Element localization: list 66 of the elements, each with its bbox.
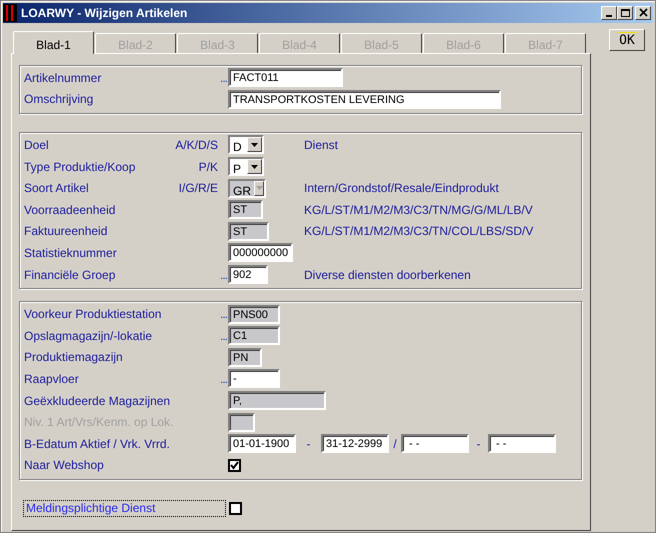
maximize-button[interactable] [617,6,633,20]
dropdown[interactable]: D [228,135,264,154]
field-label: Faktuureenheid [24,223,108,240]
field-label: Financiële Groep [24,266,116,284]
dropdown-arrow-icon [256,186,262,190]
separator: - [476,436,482,453]
minimize-button[interactable] [601,6,617,20]
field-label: Produktiemagazijn [24,349,123,366]
field-label: Voorkeur Produktiestation [24,306,162,324]
description: Dienst [304,136,338,154]
input-field[interactable]: 000000000 [228,243,293,262]
field-label: Type Produktie/Koop [24,158,136,176]
close-icon [638,8,648,18]
description: Intern/Grondstof/Resale/Eindprodukt [304,180,499,198]
field-label: Opslagmagazijn/-lokatie [24,328,152,345]
input-field[interactable]: ST [228,200,263,220]
input-field[interactable]: PNS00 [228,304,280,324]
description: Diverse diensten doorberkenen [304,266,471,284]
checkbox[interactable] [229,502,242,516]
checkbox[interactable] [228,458,241,472]
input-field[interactable]: ST [228,222,269,241]
dropdown[interactable]: GR [228,178,266,198]
input-field[interactable]: - [228,369,280,388]
lookup-dots[interactable]: ... [220,326,227,345]
input-field[interactable]: PN [228,348,262,367]
date-field[interactable]: - - [488,434,556,454]
input-field[interactable]: TRANSPORTKOSTEN LEVERING [228,90,501,109]
date-field[interactable]: - - [401,434,469,454]
app-icon [3,4,17,22]
date-field[interactable]: 01-01-1900 [228,434,296,454]
format-hint: P/K [198,158,218,176]
field-label: Omschrijving [24,91,94,108]
date-field[interactable]: 31-12-2999 [321,434,389,454]
field-label: Meldingsplichtige Dienst [23,500,226,518]
lookup-dots[interactable]: ... [220,305,227,324]
field-label: Raapvloer [24,370,79,388]
input-field[interactable]: C1 [228,326,280,346]
close-button[interactable] [635,6,651,20]
input-field[interactable]: FACT011 [228,68,343,88]
field-label: Naar Webshop [24,457,104,474]
description: KG/L/ST/M1/M2/M3/C3/TN/COL/LBS/SD/V [304,223,534,240]
dropdown-arrow-icon [251,142,258,147]
input-field[interactable]: 902 [228,265,268,284]
field-label: Geëxkludeerde Magazijnen [24,392,170,410]
field-label: Artikelnummer [24,70,102,87]
lookup-dots[interactable]: ... [220,266,227,284]
format-hint: I/G/R/E [178,180,218,198]
field-label: Doel [24,136,49,154]
minimize-icon [606,15,612,17]
separator: - [306,436,312,453]
ok-button[interactable]: OK [609,29,645,51]
dropdown[interactable]: P [228,157,264,176]
field-label: Voorraadeenheid [24,202,116,219]
field-label: Soort Artikel [24,180,89,198]
lookup-dots[interactable]: ... [220,370,227,388]
field-label: B-Edatum Aktief / Vrk. Vrrd. [24,436,170,453]
maximize-icon [620,8,630,18]
field-label: Statistieknummer [24,244,117,262]
lookup-dots[interactable]: ... [220,68,227,87]
input-field[interactable]: P, [228,391,326,410]
separator: / [392,436,398,453]
dropdown-arrow-icon [251,164,258,169]
window-title: LOARWY - Wijzigen Artikelen [21,5,188,22]
tab[interactable]: Blad-1 [13,31,94,54]
format-hint: A/K/D/S [175,136,218,154]
description: KG/L/ST/M1/M2/M3/C3/TN/MG/G/ML/LB/V [304,202,533,219]
